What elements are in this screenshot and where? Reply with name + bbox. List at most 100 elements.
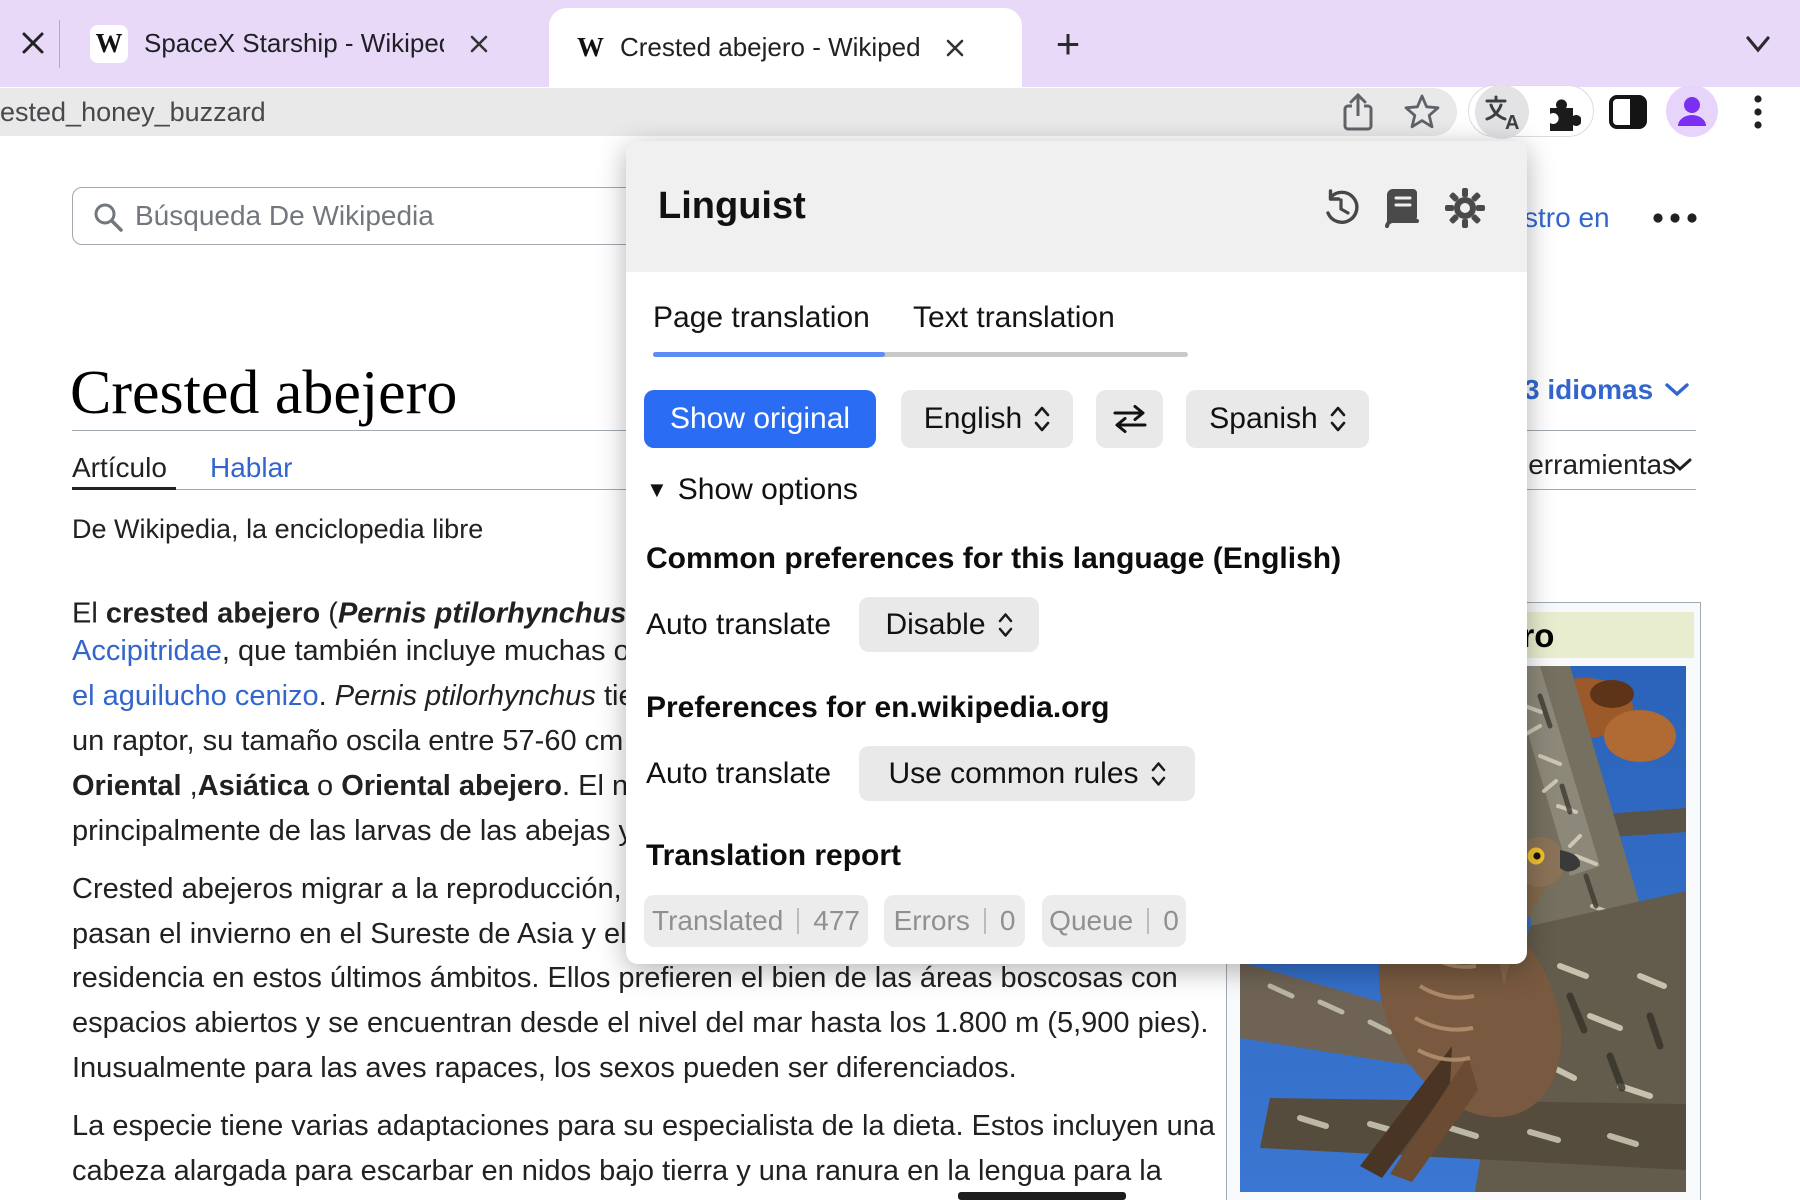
tab-text-translation[interactable]: Text translation <box>913 301 1115 335</box>
article-text-line: principalmente de las larvas de las abej… <box>72 809 647 854</box>
text-segment: espacios abiertos y se encuentran desde … <box>72 1007 1208 1039</box>
swap-languages-button[interactable] <box>1096 390 1163 448</box>
text-segment: El <box>72 598 106 630</box>
settings-gear-icon[interactable] <box>1444 187 1486 229</box>
article-text-line: Accipitridae, que también incluye muchas… <box>72 629 647 674</box>
text-segment: pasan el invierno en el Sureste de Asia … <box>72 918 649 950</box>
tab-crested-abejero-active[interactable]: W Crested abejero - Wikipedia <box>549 8 1022 87</box>
select-chevrons-icon <box>998 611 1013 639</box>
tab-underline-track <box>653 352 1188 357</box>
target-language-select[interactable]: Spanish <box>1186 390 1369 448</box>
translation-report-heading: Translation report <box>646 839 901 873</box>
text-segment: Inusualmente para las aves rapaces, los … <box>72 1052 1017 1084</box>
text-segment: Crested abejeros migrar a la reproducció… <box>72 873 649 905</box>
svg-text:A: A <box>1505 112 1519 133</box>
site-preferences-heading: Preferences for en.wikipedia.org <box>646 691 1110 725</box>
page-title: Crested abejero <box>70 358 457 429</box>
tab-title: SpaceX Starship - Wikipedia <box>144 28 444 59</box>
new-tab-button[interactable]: + <box>1046 22 1090 66</box>
share-icon[interactable] <box>1336 90 1380 134</box>
article-text-line: cabeza alargada para escarbar en nidos b… <box>72 1149 1162 1194</box>
article-text-line: La especie tiene varias adaptaciones par… <box>72 1104 1215 1149</box>
bookmark-star-icon[interactable] <box>1400 90 1444 134</box>
tab-close-icon[interactable] <box>466 31 492 57</box>
article-text-line: Oriental ,Asiática o Oriental abejero. E… <box>72 764 644 809</box>
url-text: ested_honey_buzzard <box>0 88 266 136</box>
text-segment: La especie tiene varias adaptaciones par… <box>72 1110 1215 1142</box>
address-bar[interactable]: ested_honey_buzzard <box>0 88 1457 136</box>
text-segment: principalmente de las larvas de las abej… <box>72 815 647 847</box>
more-options-icon[interactable] <box>1652 210 1698 231</box>
article-text-line: pasan el invierno en el Sureste de Asia … <box>72 912 649 957</box>
text-segment: residencia en estos últimos ámbitos. Ell… <box>72 962 1178 994</box>
text-segment: , que también incluye muchas otr <box>222 635 648 667</box>
select-chevrons-icon <box>1034 404 1050 434</box>
tab-strip: W SpaceX Starship - Wikipedia W Crested … <box>0 0 1800 87</box>
triangle-down-icon: ▼ <box>646 477 668 503</box>
article-text-line: Crested abejeros migrar a la reproducció… <box>72 867 649 912</box>
text-segment: Pernis ptilorhynchus <box>338 598 626 630</box>
register-link-fragment[interactable]: stro en <box>1524 202 1610 234</box>
wikipedia-favicon: W <box>90 25 128 63</box>
side-panel-icon[interactable] <box>1606 90 1650 134</box>
tab-articulo[interactable]: Artículo <box>72 452 167 484</box>
window-close-icon[interactable] <box>18 28 48 58</box>
text-segment: cabeza alargada para escarbar en nidos b… <box>72 1155 1162 1187</box>
active-tab-underline <box>653 352 885 357</box>
text-segment: crested abejero <box>106 598 320 630</box>
select-chevrons-icon <box>1151 760 1166 788</box>
dictionary-book-icon[interactable] <box>1382 187 1424 229</box>
tab-hablar[interactable]: Hablar <box>210 452 292 484</box>
show-options-toggle[interactable]: ▼ Show options <box>646 473 858 507</box>
common-auto-translate-select[interactable]: Disable <box>859 597 1039 652</box>
tools-menu-fragment[interactable]: lerramientas <box>1522 449 1676 481</box>
auto-translate-label: Auto translate <box>646 597 831 652</box>
tab-search-chevron-icon[interactable] <box>1740 30 1776 58</box>
tab-title: Crested abejero - Wikipedia <box>620 32 920 63</box>
screen: Crested abejero Artículo Hablar De Wikip… <box>0 0 1800 1200</box>
wikipedia-search-box[interactable] <box>72 187 672 245</box>
auto-translate-label: Auto translate <box>646 746 831 801</box>
article-text-line: espacios abiertos y se encuentran desde … <box>72 1001 1208 1046</box>
common-preferences-heading: Common preferences for this language (En… <box>646 542 1341 576</box>
site-tagline: De Wikipedia, la enciclopedia libre <box>72 514 483 545</box>
tab-page-translation[interactable]: Page translation <box>653 301 870 335</box>
article-text-line: el aguilucho cenizo. Pernis ptilorhynchu… <box>72 674 651 719</box>
extensions-puzzle-icon[interactable] <box>1540 90 1584 134</box>
tab-spacex-starship[interactable]: W SpaceX Starship - Wikipedia <box>70 0 535 87</box>
text-segment: Oriental <box>72 770 182 802</box>
browser-toolbar: ested_honey_buzzard A <box>0 87 1800 143</box>
wikipedia-favicon: W <box>577 32 604 63</box>
linguist-popup: Linguist <box>626 141 1527 964</box>
article-text-line: un raptor, su tamaño oscila entre 57-60 … <box>72 719 657 764</box>
languages-button[interactable]: 3 idiomas <box>1524 374 1653 406</box>
browser-menu-kebab-icon[interactable] <box>1736 90 1780 134</box>
search-icon <box>91 200 125 239</box>
text-segment: Oriental abejero <box>341 770 562 802</box>
tab-divider <box>59 20 60 68</box>
wiki-link[interactable]: el aguilucho cenizo <box>72 680 319 712</box>
text-segment: o <box>309 770 341 802</box>
wiki-link[interactable]: Accipitridae <box>72 635 222 667</box>
text-segment: ( <box>320 598 338 630</box>
active-tab-underline <box>72 487 176 490</box>
source-language-select[interactable]: English <box>901 390 1073 448</box>
languages-chevron-down-icon[interactable] <box>1664 382 1690 403</box>
clipped-next-line <box>958 1192 1126 1200</box>
show-original-button[interactable]: Show original <box>644 390 876 448</box>
history-icon[interactable] <box>1320 187 1362 229</box>
article-text-line: El crested abejero (Pernis ptilorhynchus… <box>72 584 651 629</box>
select-chevrons-icon <box>1330 404 1346 434</box>
text-segment: un raptor, su tamaño oscila entre 57-60 … <box>72 725 657 757</box>
text-segment: Pernis ptilorhynchus <box>335 680 596 712</box>
popup-header: Linguist <box>626 141 1527 272</box>
search-input[interactable] <box>135 200 565 232</box>
profile-avatar[interactable] <box>1666 85 1718 137</box>
text-segment: . <box>319 680 335 712</box>
tab-close-icon[interactable] <box>942 35 968 61</box>
text-segment: , <box>182 770 198 802</box>
translated-count-badge: Translated477 <box>644 895 868 947</box>
site-auto-translate-select[interactable]: Use common rules <box>859 746 1195 801</box>
translate-icon[interactable]: A <box>1480 90 1524 134</box>
swap-arrows-icon <box>1109 404 1151 434</box>
